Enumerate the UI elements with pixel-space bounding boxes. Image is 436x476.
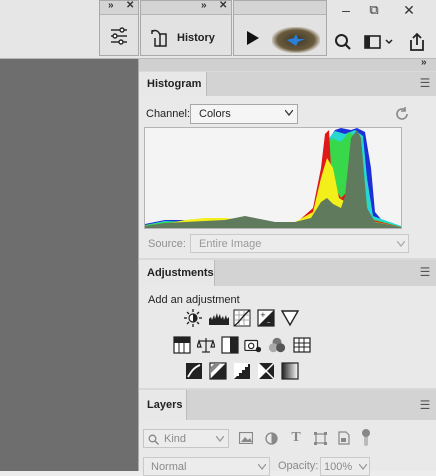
- bird-icon: [286, 34, 306, 46]
- channel-mixer-icon[interactable]: [268, 336, 286, 354]
- svg-text:+: +: [260, 311, 266, 319]
- tab-label: Layers: [147, 399, 183, 411]
- panel-menu-icon[interactable]: ☰: [418, 76, 432, 90]
- shape-filter-icon[interactable]: [312, 430, 328, 446]
- adjustment-filter-icon[interactable]: [263, 430, 279, 446]
- posterize-icon[interactable]: [209, 362, 227, 380]
- close-icon[interactable]: ✕: [219, 0, 227, 11]
- source-select[interactable]: Entire Image: [190, 234, 409, 253]
- chevron-down-icon: [258, 464, 266, 470]
- brightness-contrast-icon[interactable]: [184, 309, 202, 327]
- minimize-button[interactable]: –: [334, 0, 358, 20]
- curves-icon[interactable]: [233, 309, 251, 327]
- tab-label: Histogram: [147, 78, 202, 90]
- threshold-icon[interactable]: [233, 362, 251, 380]
- smart-object-filter-icon[interactable]: [336, 430, 352, 446]
- play-icon[interactable]: [244, 29, 262, 47]
- tab-label: Adjustments: [147, 267, 214, 279]
- filter-toggle-icon[interactable]: [361, 429, 371, 447]
- history-label[interactable]: History: [177, 32, 215, 44]
- type-filter-icon[interactable]: T: [288, 429, 304, 447]
- properties-panel-floating[interactable]: » ✕: [99, 0, 139, 56]
- chevron-down-icon: [397, 241, 405, 247]
- chevron-down-icon: [216, 436, 224, 442]
- channel-select[interactable]: Colors: [190, 104, 298, 124]
- kind-filter-select[interactable]: Kind: [143, 429, 229, 448]
- hue-saturation-icon[interactable]: [173, 336, 191, 354]
- close-icon[interactable]: ✕: [126, 0, 134, 11]
- blend-mode-select[interactable]: Normal: [143, 457, 270, 476]
- exposure-icon[interactable]: + –: [257, 309, 275, 327]
- document-canvas[interactable]: [0, 59, 138, 471]
- panel-menu-icon[interactable]: ☰: [418, 398, 432, 412]
- photo-filter-icon[interactable]: [244, 336, 262, 354]
- selective-color-icon[interactable]: [257, 362, 275, 380]
- tab-layers[interactable]: Layers: [139, 390, 187, 420]
- share-icon[interactable]: [406, 31, 428, 53]
- history-icon[interactable]: [149, 27, 169, 49]
- source-label: Source:: [148, 238, 186, 250]
- expand-chevrons[interactable]: »: [108, 0, 114, 11]
- refresh-icon[interactable]: [394, 106, 410, 122]
- blend-mode-value: Normal: [151, 461, 187, 473]
- restore-button[interactable]: ⧉: [362, 0, 386, 20]
- panel-strip-top: [139, 59, 436, 71]
- vibrance-icon[interactable]: [281, 309, 299, 327]
- histogram-graph: [144, 127, 402, 229]
- color-lookup-icon[interactable]: [293, 336, 311, 354]
- channel-label: Channel:: [146, 108, 191, 120]
- opacity-input[interactable]: 100%: [320, 457, 370, 476]
- actions-panel-floating[interactable]: [233, 0, 327, 56]
- invert-icon[interactable]: [185, 362, 203, 380]
- channel-value: Colors: [199, 108, 231, 120]
- adjustments-subtitle: Add an adjustment: [148, 294, 240, 306]
- close-window-button[interactable]: ✕: [394, 0, 424, 20]
- chevron-down-icon: [285, 110, 293, 116]
- opacity-value: 100%: [324, 461, 353, 473]
- black-white-icon[interactable]: [221, 336, 239, 354]
- search-icon[interactable]: [333, 32, 353, 52]
- color-balance-icon[interactable]: [197, 336, 215, 354]
- source-value: Entire Image: [199, 238, 262, 250]
- tab-histogram[interactable]: Histogram: [139, 72, 207, 96]
- tab-adjustments[interactable]: Adjustments: [139, 260, 215, 286]
- image-filter-icon[interactable]: [238, 430, 254, 446]
- history-panel-floating[interactable]: » ✕ History: [140, 0, 232, 56]
- search-icon: [148, 434, 159, 445]
- expand-chevrons[interactable]: »: [201, 0, 207, 11]
- kind-placeholder: Kind: [164, 433, 187, 445]
- chevron-down-icon: [359, 464, 367, 470]
- svg-text:–: –: [267, 318, 271, 326]
- panel-header[interactable]: [234, 1, 326, 15]
- gradient-map-icon[interactable]: [281, 362, 299, 380]
- levels-icon[interactable]: [209, 309, 229, 327]
- opacity-label: Opacity:: [278, 460, 319, 472]
- panel-header[interactable]: [141, 1, 231, 15]
- workspace-icon[interactable]: [362, 32, 394, 52]
- sliders-icon[interactable]: [108, 25, 130, 47]
- panel-menu-icon[interactable]: ☰: [418, 265, 432, 279]
- collapse-chevrons[interactable]: »: [421, 57, 427, 68]
